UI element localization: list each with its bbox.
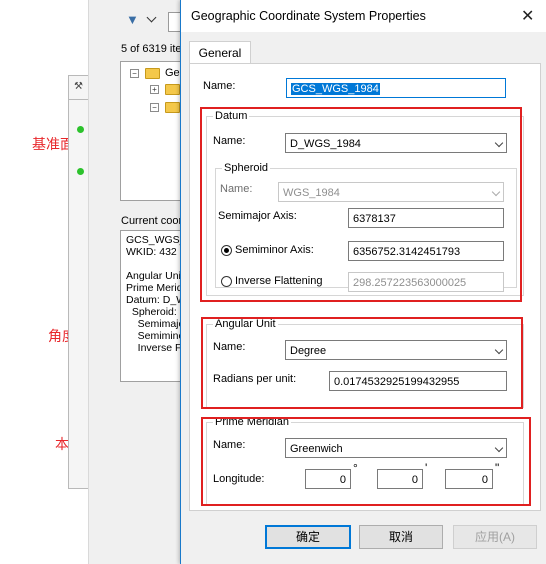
background-toolbar-header: ⚒	[68, 75, 90, 100]
dialog-client-area: General Name: GCS_WGS_1984 Datum Name: D…	[181, 32, 546, 564]
folder-icon	[165, 102, 180, 113]
dialog-titlebar[interactable]: Geographic Coordinate System Properties …	[181, 0, 546, 32]
item-count-text: 5 of 6319 ite	[121, 43, 182, 55]
current-coordinate-label: Current coor	[121, 215, 183, 227]
angular-unit-highlight	[201, 317, 523, 409]
status-dot-icon	[77, 126, 84, 133]
ok-button[interactable]: 确定	[265, 525, 351, 549]
status-dot-icon	[77, 168, 84, 175]
gcs-name-input[interactable]: GCS_WGS_1984	[286, 78, 506, 98]
collapse-icon[interactable]: −	[130, 69, 139, 78]
collapse-icon[interactable]: −	[150, 103, 159, 112]
folder-icon	[165, 84, 180, 95]
prime-meridian-highlight	[201, 417, 531, 506]
hammer-icon: ⚒	[74, 81, 83, 92]
tab-general[interactable]: General	[189, 41, 251, 64]
dialog-title: Geographic Coordinate System Properties	[191, 9, 426, 23]
gcs-properties-dialog: Geographic Coordinate System Properties …	[180, 0, 546, 564]
filter-icon[interactable]: ▼	[126, 12, 139, 27]
gcs-name-label: Name:	[203, 80, 236, 92]
tree-root-label[interactable]: Ge	[165, 67, 180, 79]
datum-highlight	[200, 107, 522, 302]
expand-icon[interactable]: +	[150, 85, 159, 94]
close-icon[interactable]: ✕	[521, 6, 534, 26]
cancel-button[interactable]: 取消	[359, 525, 443, 549]
apply-button[interactable]: 应用(A)	[453, 525, 537, 549]
gcs-name-value: GCS_WGS_1984	[291, 83, 380, 95]
folder-icon	[145, 68, 160, 79]
